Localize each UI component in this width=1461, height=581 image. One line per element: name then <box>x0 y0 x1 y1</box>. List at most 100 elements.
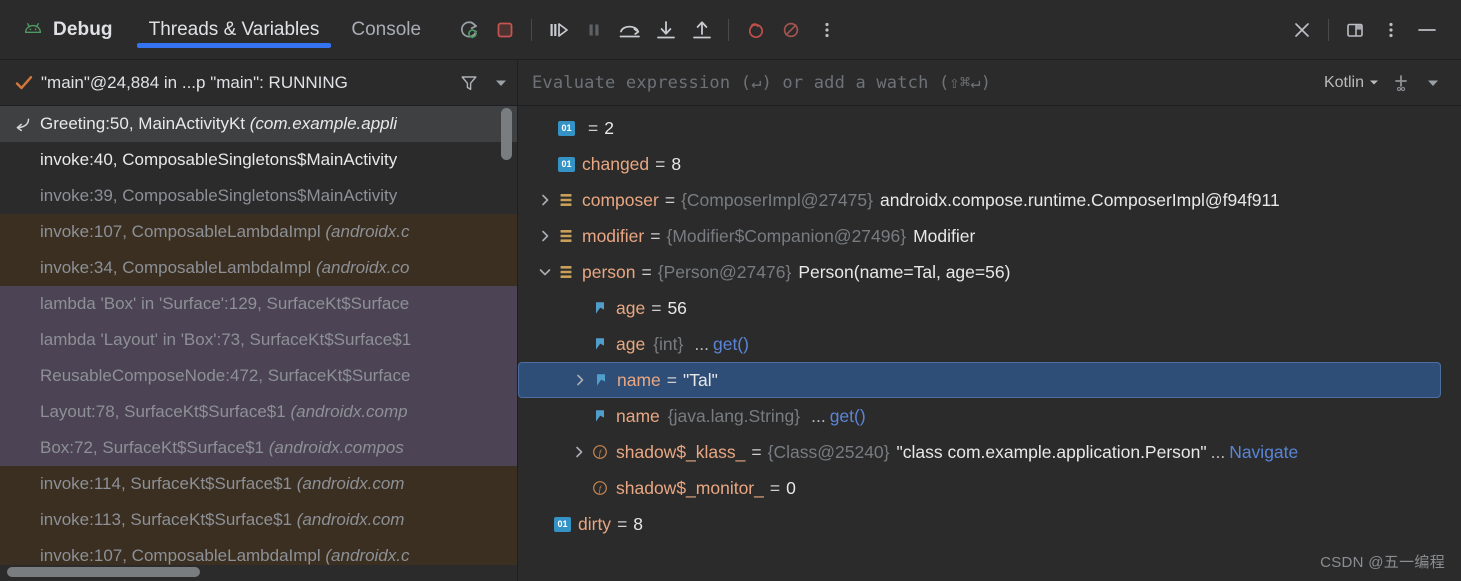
step-over-icon[interactable] <box>612 13 648 47</box>
variable-row[interactable]: 01 = 2 <box>518 110 1461 146</box>
frame-row[interactable]: invoke:34, ComposableLambdaImpl (android… <box>0 250 517 286</box>
variable-ellipsis[interactable]: ... <box>1211 442 1226 463</box>
variable-value: Person(name=Tal, age=56) <box>798 261 1011 282</box>
frames-horizontal-scrollbar-thumb[interactable] <box>7 567 200 577</box>
frames-horizontal-scrollbar[interactable] <box>0 565 517 581</box>
variable-row[interactable]: 01 dirty = 8 <box>518 506 1461 542</box>
frame-row[interactable]: ReusableComposeNode:472, SurfaceKt$Surfa… <box>0 358 517 394</box>
frame-label: Layout:78, SurfaceKt$Surface$1 (androidx… <box>40 402 408 421</box>
step-into-icon[interactable] <box>648 13 684 47</box>
variable-value: 8 <box>671 153 682 174</box>
variable-row[interactable]: f shadow$_klass_ = {Class@25240} "class com.… <box>518 434 1461 470</box>
primitive-01-icon: 01 <box>558 156 582 172</box>
frame-label: lambda 'Layout' in 'Box':73, SurfaceKt$S… <box>40 330 412 349</box>
frame-package: (androidx.com <box>296 474 405 493</box>
mute-breakpoints-icon[interactable] <box>773 13 809 47</box>
variable-row[interactable]: f shadow$_monitor_ = 0 <box>518 470 1461 506</box>
frame-package: (androidx.com <box>296 510 405 529</box>
frames-panel[interactable]: Greeting:50, MainActivityKt (com.example… <box>0 106 518 581</box>
return-arrow-icon <box>14 115 32 133</box>
variable-name: composer <box>582 189 659 210</box>
primitive-01-icon: 01 <box>558 120 582 136</box>
chevron-right-icon[interactable] <box>567 373 593 387</box>
close-icon[interactable] <box>1284 13 1320 47</box>
variables-panel[interactable]: 01 = 2 01 changed = 8 composer = {ComposerImpl@27… <box>518 106 1461 581</box>
frame-row[interactable]: Greeting:50, MainActivityKt (com.example… <box>0 106 517 142</box>
pause-program-icon[interactable] <box>576 13 612 47</box>
variable-ellipsis[interactable]: ... <box>694 334 709 355</box>
variable-equals: = <box>769 477 781 498</box>
view-breakpoints-icon[interactable] <box>737 13 773 47</box>
frame-row[interactable]: invoke:107, ComposableLambdaImpl (androi… <box>0 214 517 250</box>
frame-row[interactable]: invoke:40, ComposableSingletons$MainActi… <box>0 142 517 178</box>
more-options-icon[interactable] <box>809 13 845 47</box>
debug-subbar: "main"@24,884 in ...p "main": RUNNING Ev… <box>0 60 1461 106</box>
variable-equals: = <box>641 261 652 282</box>
frame-row[interactable]: lambda 'Layout' in 'Box':73, SurfaceKt$S… <box>0 322 517 358</box>
evaluate-expression-input[interactable]: Evaluate expression (↵) or add a watch (… <box>532 73 1324 93</box>
thread-dropdown-chevron-down-icon[interactable] <box>485 68 517 98</box>
variable-row[interactable]: modifier = {Modifier$Companion@27496} Modif… <box>518 218 1461 254</box>
svg-text:f: f <box>599 484 603 494</box>
minimize-icon[interactable] <box>1409 13 1445 47</box>
variable-equals: = <box>650 225 661 246</box>
variable-name: age <box>616 333 646 354</box>
thread-status-text: "main"@24,884 in ...p "main": RUNNING <box>41 72 348 92</box>
frame-label: invoke:107, ComposableLambdaImpl (androi… <box>40 222 410 241</box>
variable-equals: = <box>588 117 599 138</box>
variable-value: "class com.example.application.Person" <box>896 441 1207 462</box>
debug-toolbar: Debug Threads & Variables Console <box>0 0 1461 60</box>
frame-row[interactable]: Box:72, SurfaceKt$Surface$1 (androidx.co… <box>0 430 517 466</box>
thread-selector[interactable]: "main"@24,884 in ...p "main": RUNNING <box>0 60 518 105</box>
variable-row[interactable]: name {java.lang.String}... get() <box>518 398 1461 434</box>
variable-action-link[interactable]: get() <box>713 334 749 355</box>
object-icon <box>558 228 582 244</box>
frame-row[interactable]: invoke:114, SurfaceKt$Surface$1 (android… <box>0 466 517 502</box>
variable-name: name <box>617 369 661 390</box>
variable-row[interactable]: 01 changed = 8 <box>518 146 1461 182</box>
frame-package: (androidx.co <box>315 258 410 277</box>
variable-ellipsis[interactable]: ... <box>811 406 826 427</box>
layout-settings-icon[interactable] <box>1337 13 1373 47</box>
frame-label: lambda 'Box' in 'Surface':129, SurfaceKt… <box>40 294 410 313</box>
stop-icon[interactable] <box>487 13 523 47</box>
variable-type: {ComposerImpl@27475} <box>681 189 873 210</box>
chevron-right-icon[interactable] <box>566 445 592 459</box>
options-menu-icon[interactable] <box>1373 13 1409 47</box>
add-watch-icon[interactable] <box>1385 68 1417 98</box>
evaluate-expression-bar[interactable]: Evaluate expression (↵) or add a watch (… <box>518 60 1461 105</box>
filter-icon[interactable] <box>453 68 485 98</box>
chevron-down-icon[interactable] <box>532 265 558 279</box>
language-selector[interactable]: Kotlin <box>1324 74 1385 92</box>
field-icon <box>592 408 616 424</box>
tab-console[interactable]: Console <box>335 0 437 59</box>
variable-action-link[interactable]: get() <box>830 406 866 427</box>
variable-row[interactable]: age {int}... get() <box>518 326 1461 362</box>
frames-vertical-scrollbar[interactable] <box>501 108 512 160</box>
frame-label: invoke:39, ComposableSingletons$MainActi… <box>40 186 398 205</box>
variable-row[interactable]: person = {Person@27476} Person(name=Tal, ag… <box>518 254 1461 290</box>
step-out-icon[interactable] <box>684 13 720 47</box>
frame-row[interactable]: Layout:78, SurfaceKt$Surface$1 (androidx… <box>0 394 517 430</box>
chevron-right-icon[interactable] <box>532 193 558 207</box>
resume-program-icon[interactable] <box>540 13 576 47</box>
frame-package: (androidx.compos <box>268 438 404 457</box>
tab-threads-and-variables[interactable]: Threads & Variables <box>133 0 336 59</box>
rerun-debug-icon[interactable] <box>451 13 487 47</box>
variable-type: {java.lang.String} <box>667 405 801 426</box>
variable-name: name <box>616 405 660 426</box>
frame-row[interactable]: invoke:113, SurfaceKt$Surface$1 (android… <box>0 502 517 538</box>
synthetic-field-icon: f <box>592 444 616 460</box>
variable-value: 56 <box>667 297 687 318</box>
frame-package: (androidx.c <box>325 222 410 241</box>
frame-row[interactable]: invoke:39, ComposableSingletons$MainActi… <box>0 178 517 214</box>
chevron-right-icon[interactable] <box>532 229 558 243</box>
frame-row[interactable]: lambda 'Box' in 'Surface':129, SurfaceKt… <box>0 286 517 322</box>
frame-label: invoke:107, ComposableLambdaImpl (androi… <box>40 546 410 565</box>
variable-value: "Tal" <box>683 369 718 390</box>
variable-row[interactable]: age = 56 <box>518 290 1461 326</box>
watches-dropdown-chevron-down-icon[interactable] <box>1417 68 1449 98</box>
variable-row[interactable]: composer = {ComposerImpl@27475} androidx.co… <box>518 182 1461 218</box>
variable-action-link[interactable]: Navigate <box>1229 442 1298 463</box>
variable-row[interactable]: name = "Tal" <box>518 362 1441 398</box>
